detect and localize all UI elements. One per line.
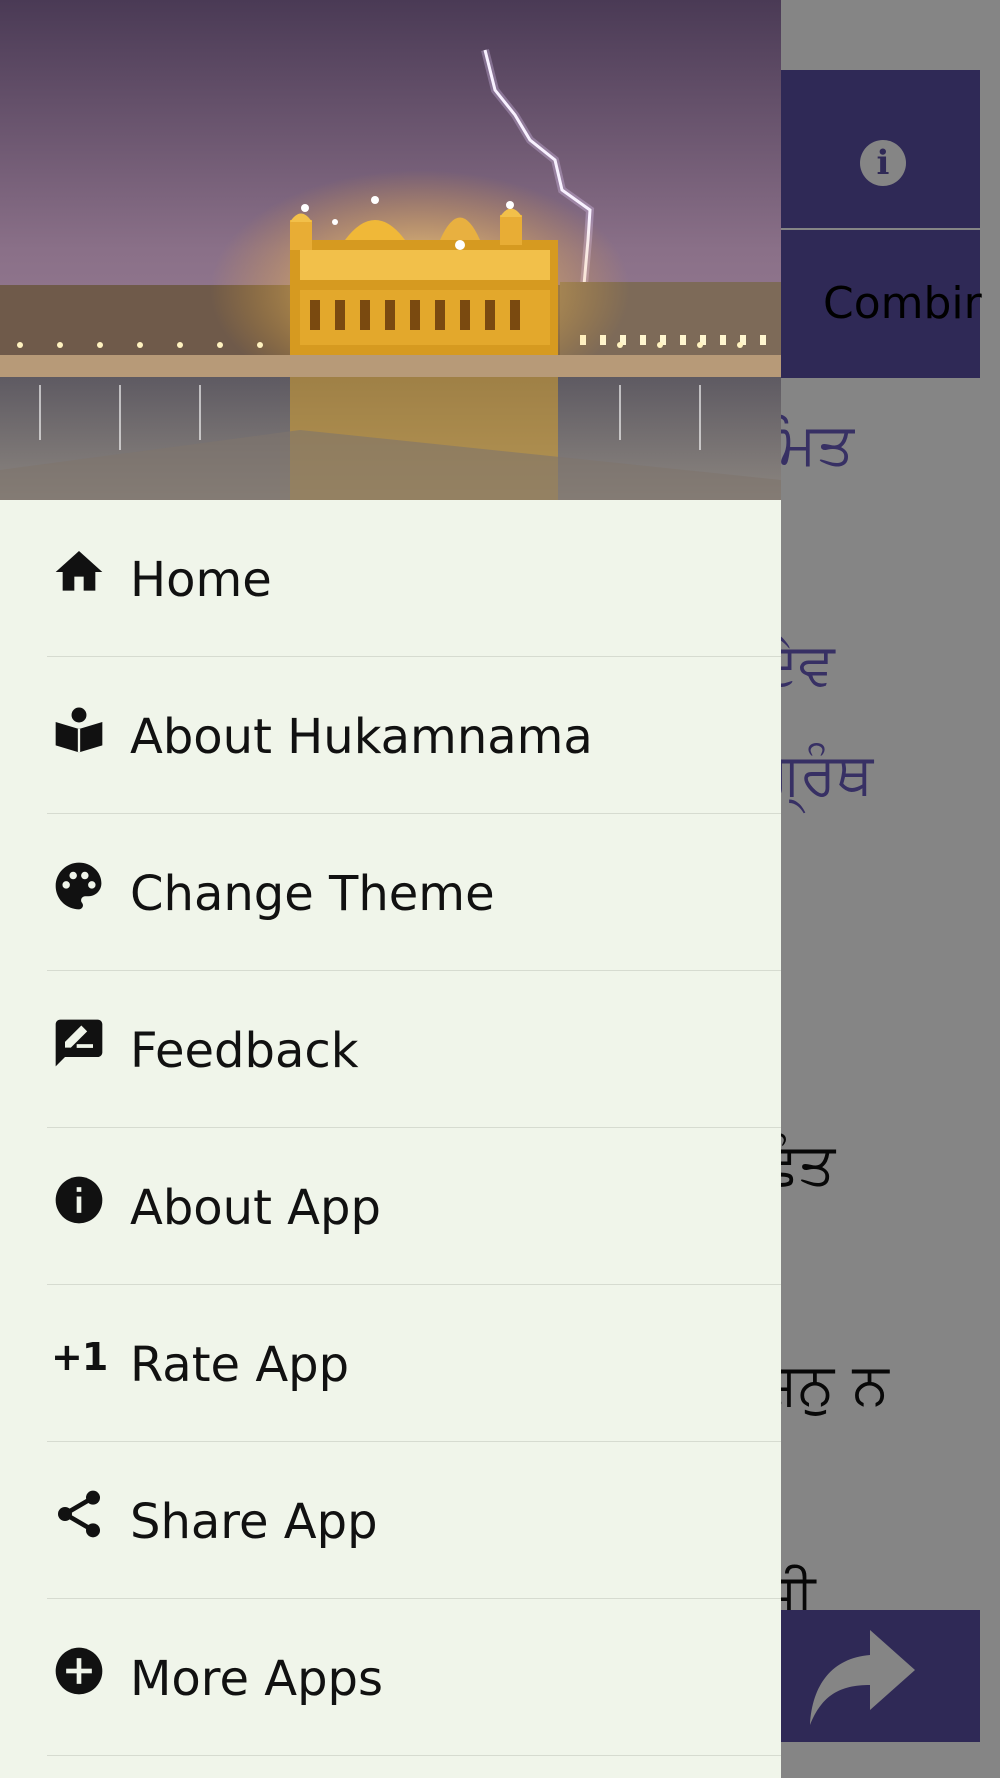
menu-item-rate-app[interactable]: +1 Rate App (47, 1285, 781, 1442)
menu-item-change-theme[interactable]: Change Theme (47, 814, 781, 971)
menu-item-feedback[interactable]: Feedback (47, 971, 781, 1128)
menu-item-label: Share App (130, 1494, 378, 1550)
navigation-drawer: Home About Hukamnama Change Theme Feedba… (0, 0, 781, 1778)
golden-temple-photo (0, 0, 781, 500)
menu-item-label: More Apps (130, 1651, 384, 1707)
drawer-menu: Home About Hukamnama Change Theme Feedba… (0, 500, 781, 1756)
menu-item-home[interactable]: Home (47, 500, 781, 657)
menu-item-label: Rate App (130, 1337, 350, 1393)
menu-item-share-app[interactable]: Share App (47, 1442, 781, 1599)
menu-item-about-app[interactable]: About App (47, 1128, 781, 1285)
book-reader-icon (51, 701, 107, 757)
home-icon (51, 544, 107, 600)
menu-item-label: Home (130, 552, 272, 608)
menu-item-more-apps[interactable]: More Apps (47, 1599, 781, 1756)
menu-item-label: Change Theme (130, 866, 495, 922)
menu-item-label: Feedback (130, 1023, 359, 1079)
menu-item-label: About App (130, 1180, 381, 1236)
share-icon (51, 1486, 107, 1542)
feedback-icon (51, 1015, 107, 1071)
add-circle-icon (51, 1643, 107, 1699)
menu-item-label: About Hukamnama (130, 709, 593, 765)
drawer-header-image (0, 0, 781, 500)
palette-icon (51, 858, 107, 914)
info-icon (51, 1172, 107, 1228)
menu-item-about-hukamnama[interactable]: About Hukamnama (47, 657, 781, 814)
plus-one-icon: +1 (51, 1335, 108, 1379)
